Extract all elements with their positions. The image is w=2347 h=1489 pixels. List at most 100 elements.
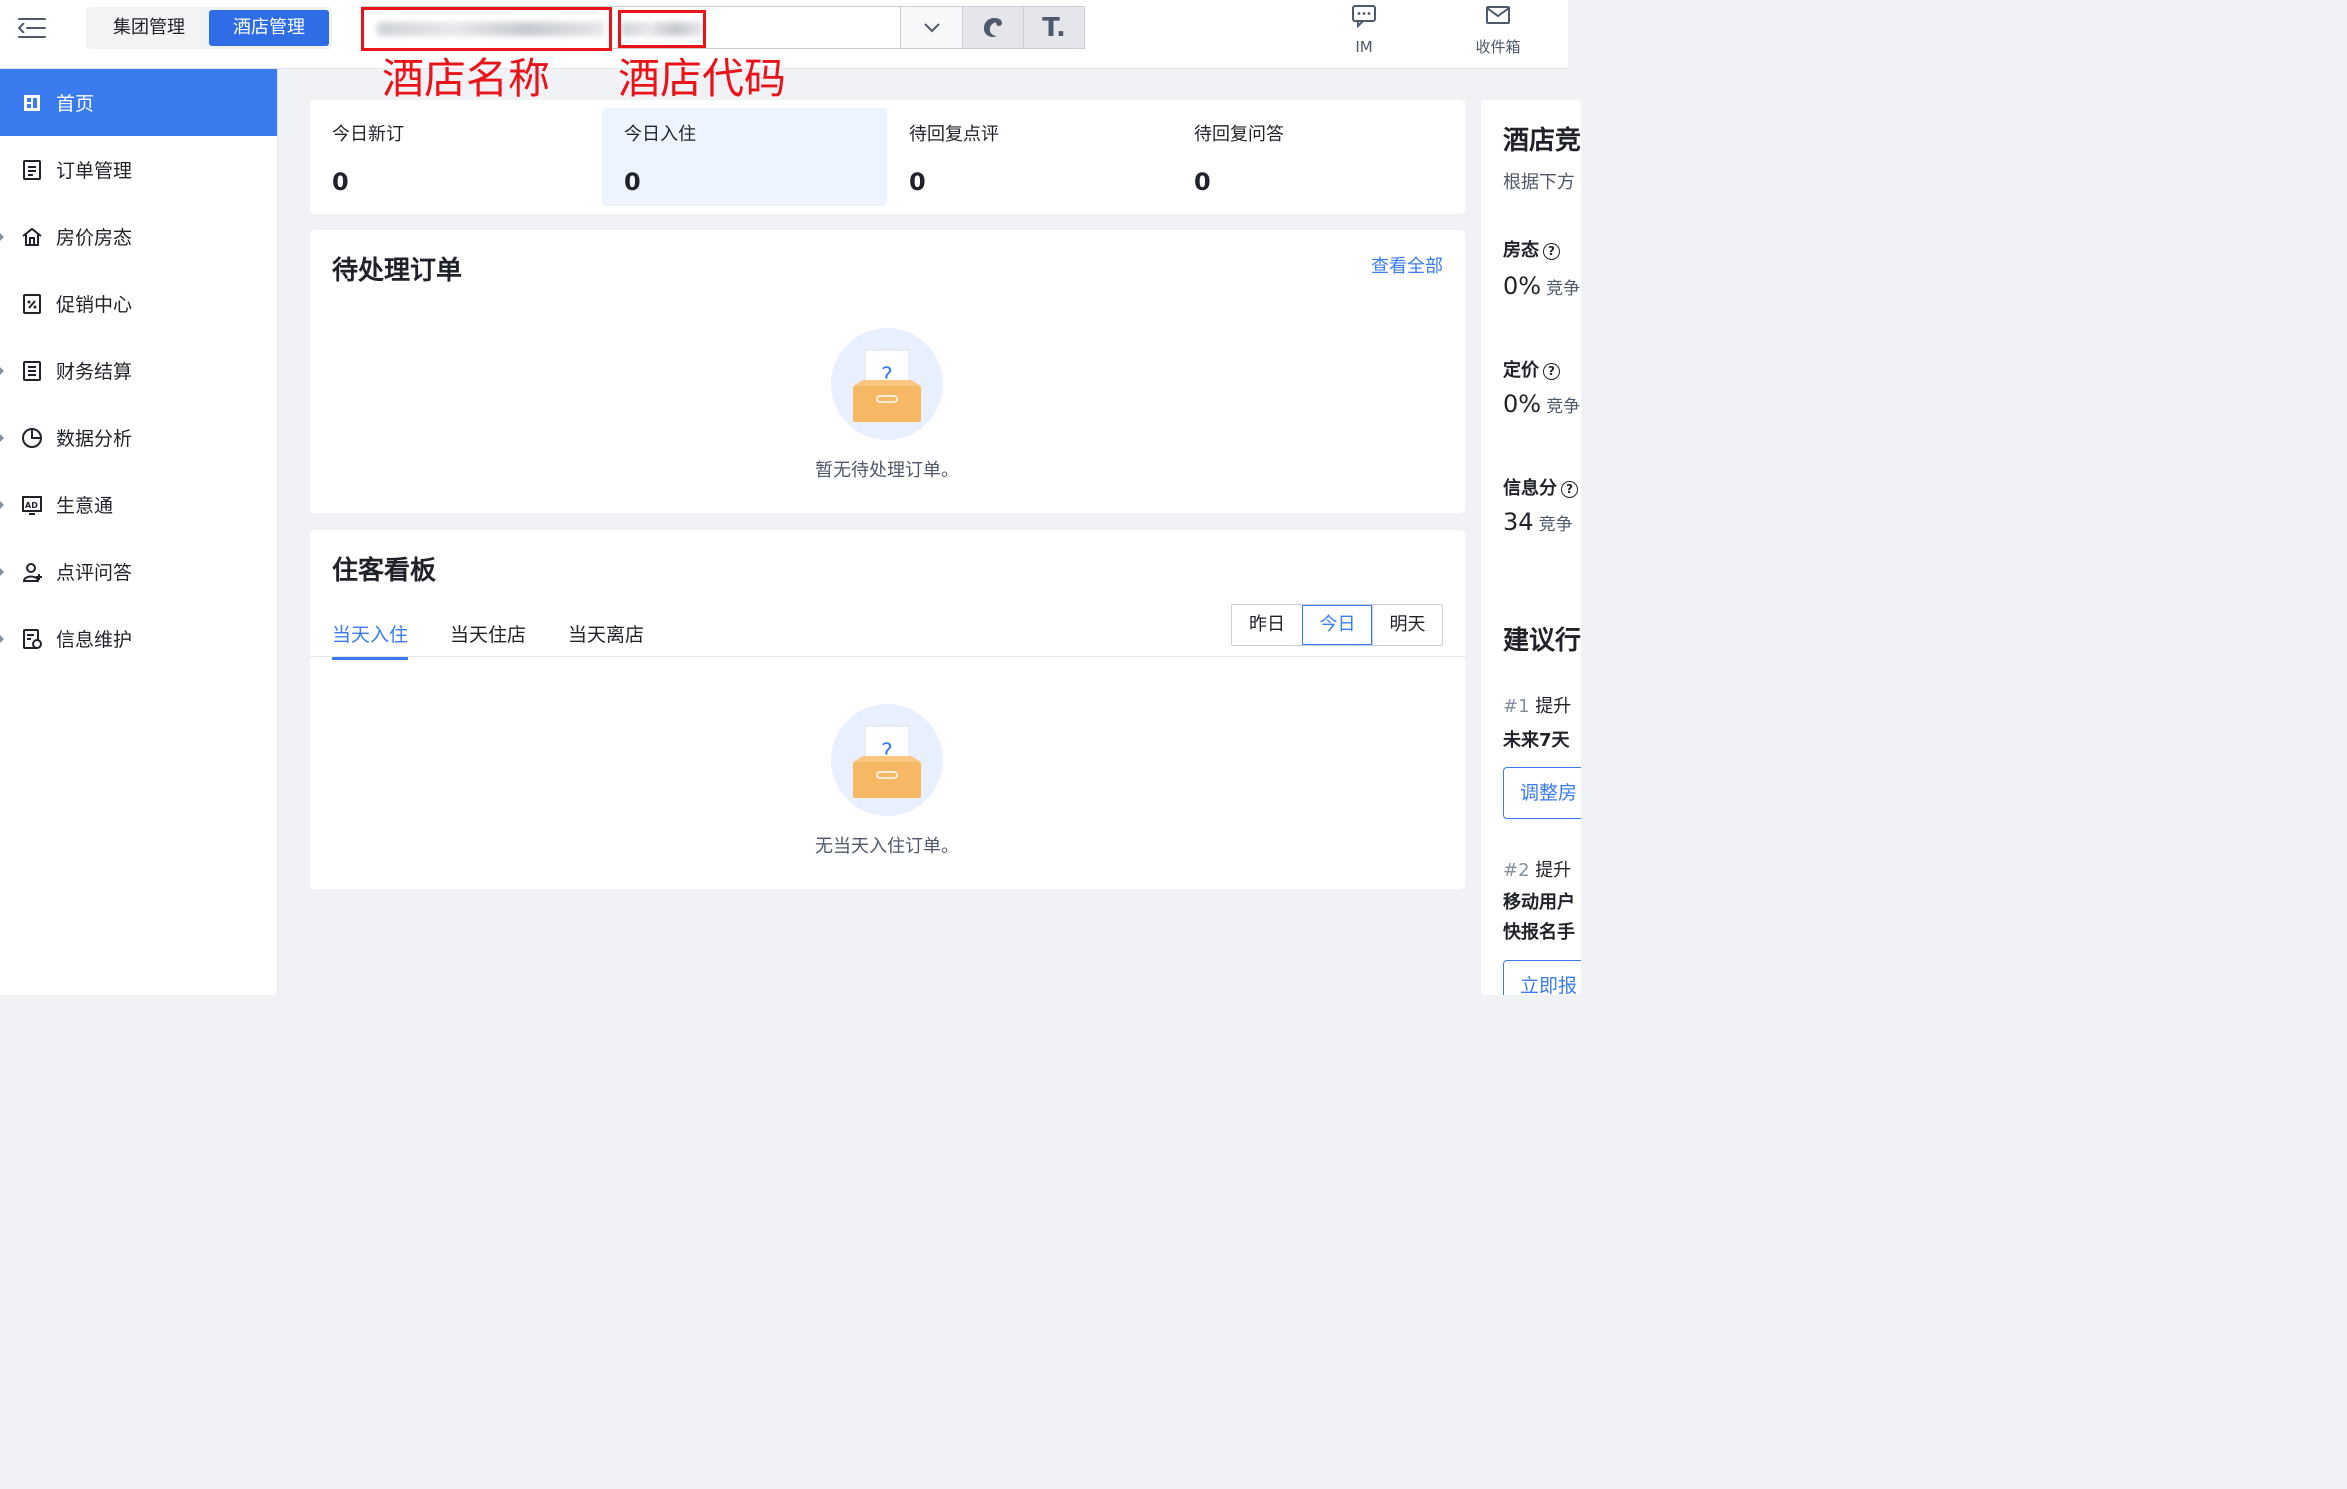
suggest-title: 建议行 bbox=[1503, 626, 1581, 656]
sidebar-item-label: 房价房态 bbox=[56, 227, 133, 249]
stats-card: 今日新订 0 今日入住 0 待回复点评 0 待回复问答 0 bbox=[310, 100, 1465, 214]
stat-value: 0 bbox=[909, 168, 926, 196]
sidebar-item-label: 订单管理 bbox=[56, 160, 133, 182]
order-icon bbox=[20, 158, 44, 182]
empty-message: 暂无待处理订单。 bbox=[815, 460, 959, 481]
sidebar-item-label: 财务结算 bbox=[56, 361, 133, 383]
home-icon bbox=[20, 91, 44, 115]
metric-value: 34 bbox=[1503, 508, 1534, 536]
expand-caret-icon bbox=[0, 434, 4, 442]
metric-info-score-label: 信息分? bbox=[1503, 474, 1578, 500]
sidebar-item-reviews[interactable]: 点评问答 bbox=[0, 538, 277, 605]
help-icon[interactable]: ? bbox=[1561, 481, 1578, 498]
guest-board-title: 住客看板 bbox=[332, 556, 437, 586]
sidebar-item-label: 首页 bbox=[56, 93, 95, 115]
adjust-room-button[interactable]: 调整房 bbox=[1503, 767, 1581, 819]
yesterday-button[interactable]: 昨日 bbox=[1232, 605, 1302, 645]
sidebar-item-analytics[interactable]: 数据分析 bbox=[0, 404, 277, 471]
sidebar-item-label: 点评问答 bbox=[56, 562, 133, 584]
promotion-icon bbox=[20, 292, 44, 316]
sidebar-item-business[interactable]: AD 生意通 bbox=[0, 471, 277, 538]
pending-orders-card: 待处理订单 查看全部 ? 暂无待处理订单。 bbox=[310, 230, 1465, 513]
menu-collapse-icon[interactable] bbox=[18, 16, 50, 40]
stat-pending-qa[interactable]: 待回复问答 0 bbox=[1172, 108, 1457, 206]
sidebar-item-label: 数据分析 bbox=[56, 428, 133, 450]
sidebar-item-promotions[interactable]: 促销中心 bbox=[0, 270, 277, 337]
hotel-code-annotation: 酒店代码 bbox=[618, 54, 787, 103]
sidebar-item-home[interactable]: 首页 bbox=[0, 69, 277, 136]
tab-checkout-today[interactable]: 当天离店 bbox=[568, 620, 644, 660]
chevron-down-icon[interactable] bbox=[900, 7, 962, 48]
sidebar-item-orders[interactable]: 订单管理 bbox=[0, 136, 277, 203]
metric-suffix: 竞争 bbox=[1538, 515, 1573, 535]
sidebar-item-label: 生意通 bbox=[56, 495, 114, 517]
metric-info-score-value: 34 竞争 bbox=[1503, 508, 1573, 536]
mail-icon bbox=[1486, 6, 1510, 24]
chat-icon bbox=[1352, 5, 1376, 29]
metric-room-status-value: 0% 竞争 bbox=[1503, 272, 1580, 300]
tab-divider bbox=[310, 656, 1465, 657]
metric-suffix: 竞争 bbox=[1546, 279, 1581, 299]
tab-in-house-today[interactable]: 当天住店 bbox=[450, 620, 526, 660]
management-switch: 集团管理 酒店管理 bbox=[86, 7, 332, 49]
ctrip-logo-icon[interactable] bbox=[962, 7, 1023, 48]
inbox-label: 收件箱 bbox=[1475, 38, 1521, 56]
stat-label: 今日入住 bbox=[624, 124, 696, 145]
help-icon[interactable]: ? bbox=[1543, 363, 1560, 380]
ad-icon: AD bbox=[20, 493, 44, 517]
tomorrow-button[interactable]: 明天 bbox=[1372, 605, 1442, 645]
group-management-tab[interactable]: 集团管理 bbox=[89, 10, 209, 46]
metric-suffix: 竞争 bbox=[1546, 397, 1581, 417]
pie-chart-icon bbox=[20, 426, 44, 450]
panel-subtitle: 根据下方 bbox=[1503, 172, 1575, 193]
suggestion-1-heading: #1 提升 bbox=[1503, 692, 1571, 718]
expand-caret-icon bbox=[0, 233, 4, 241]
pending-orders-title: 待处理订单 bbox=[332, 256, 463, 286]
review-icon bbox=[20, 560, 44, 584]
stat-new-orders[interactable]: 今日新订 0 bbox=[310, 108, 595, 206]
metric-value: 0% bbox=[1503, 272, 1542, 300]
today-button[interactable]: 今日 bbox=[1302, 605, 1372, 645]
inbox-button[interactable]: 收件箱 bbox=[1466, 4, 1530, 57]
help-icon[interactable]: ? bbox=[1543, 243, 1560, 260]
metric-pricing-value: 0% 竞争 bbox=[1503, 390, 1580, 418]
house-icon bbox=[20, 225, 44, 249]
expand-caret-icon bbox=[0, 367, 4, 375]
suggestion-1-desc: 未来7天 bbox=[1503, 730, 1570, 751]
stat-label: 待回复问答 bbox=[1194, 124, 1284, 145]
stat-value: 0 bbox=[1194, 168, 1211, 196]
suggestion-2-desc2: 快报名手 bbox=[1503, 922, 1575, 943]
metric-room-status-label: 房态? bbox=[1503, 236, 1560, 262]
competitiveness-panel: 酒店竞 根据下方 房态? 0% 竞争 定价? 0% 竞争 信息分? 34 竞争 … bbox=[1481, 100, 1581, 995]
hotel-management-tab[interactable]: 酒店管理 bbox=[209, 10, 329, 46]
finance-icon bbox=[20, 359, 44, 383]
stat-pending-reviews[interactable]: 待回复点评 0 bbox=[887, 108, 1172, 206]
suggestion-2-desc: 移动用户 bbox=[1503, 892, 1575, 913]
register-now-button[interactable]: 立即报 bbox=[1503, 960, 1581, 995]
metric-value: 0% bbox=[1503, 390, 1542, 418]
sidebar-item-info[interactable]: 信息维护 bbox=[0, 605, 277, 672]
tab-checkin-today[interactable]: 当天入住 bbox=[332, 620, 409, 660]
empty-box-icon: ? bbox=[831, 704, 943, 816]
sidebar-item-rates[interactable]: 房价房态 bbox=[0, 203, 277, 270]
metric-pricing-label: 定价? bbox=[1503, 356, 1560, 382]
guest-board-tabs: 当天入住 当天住店 当天离店 bbox=[332, 620, 644, 660]
im-button[interactable]: IM bbox=[1340, 4, 1388, 56]
sidebar-item-finance[interactable]: 财务结算 bbox=[0, 337, 277, 404]
suggestion-title: 提升 bbox=[1535, 696, 1572, 717]
svg-text:AD: AD bbox=[25, 501, 38, 510]
sidebar: 首页 订单管理 房价房态 促销中心 财务结算 数据分析 AD 生意通 点评问答 … bbox=[0, 69, 278, 995]
im-label: IM bbox=[1355, 38, 1373, 56]
hotel-name-annotation: 酒店名称 bbox=[382, 54, 551, 103]
t-brand-icon[interactable]: T. bbox=[1023, 7, 1084, 48]
suggestion-rank: #2 bbox=[1503, 860, 1530, 881]
stat-checkin-today[interactable]: 今日入住 0 bbox=[602, 108, 887, 206]
empty-box-icon: ? bbox=[831, 328, 943, 440]
view-all-link[interactable]: 查看全部 bbox=[1371, 252, 1443, 278]
sidebar-item-label: 促销中心 bbox=[56, 294, 133, 316]
hotel-name-highlight bbox=[361, 7, 612, 51]
sidebar-item-label: 信息维护 bbox=[56, 629, 133, 651]
day-selector: 昨日 今日 明天 bbox=[1231, 604, 1443, 646]
stat-value: 0 bbox=[332, 168, 349, 196]
metric-label: 信息分 bbox=[1503, 478, 1557, 499]
